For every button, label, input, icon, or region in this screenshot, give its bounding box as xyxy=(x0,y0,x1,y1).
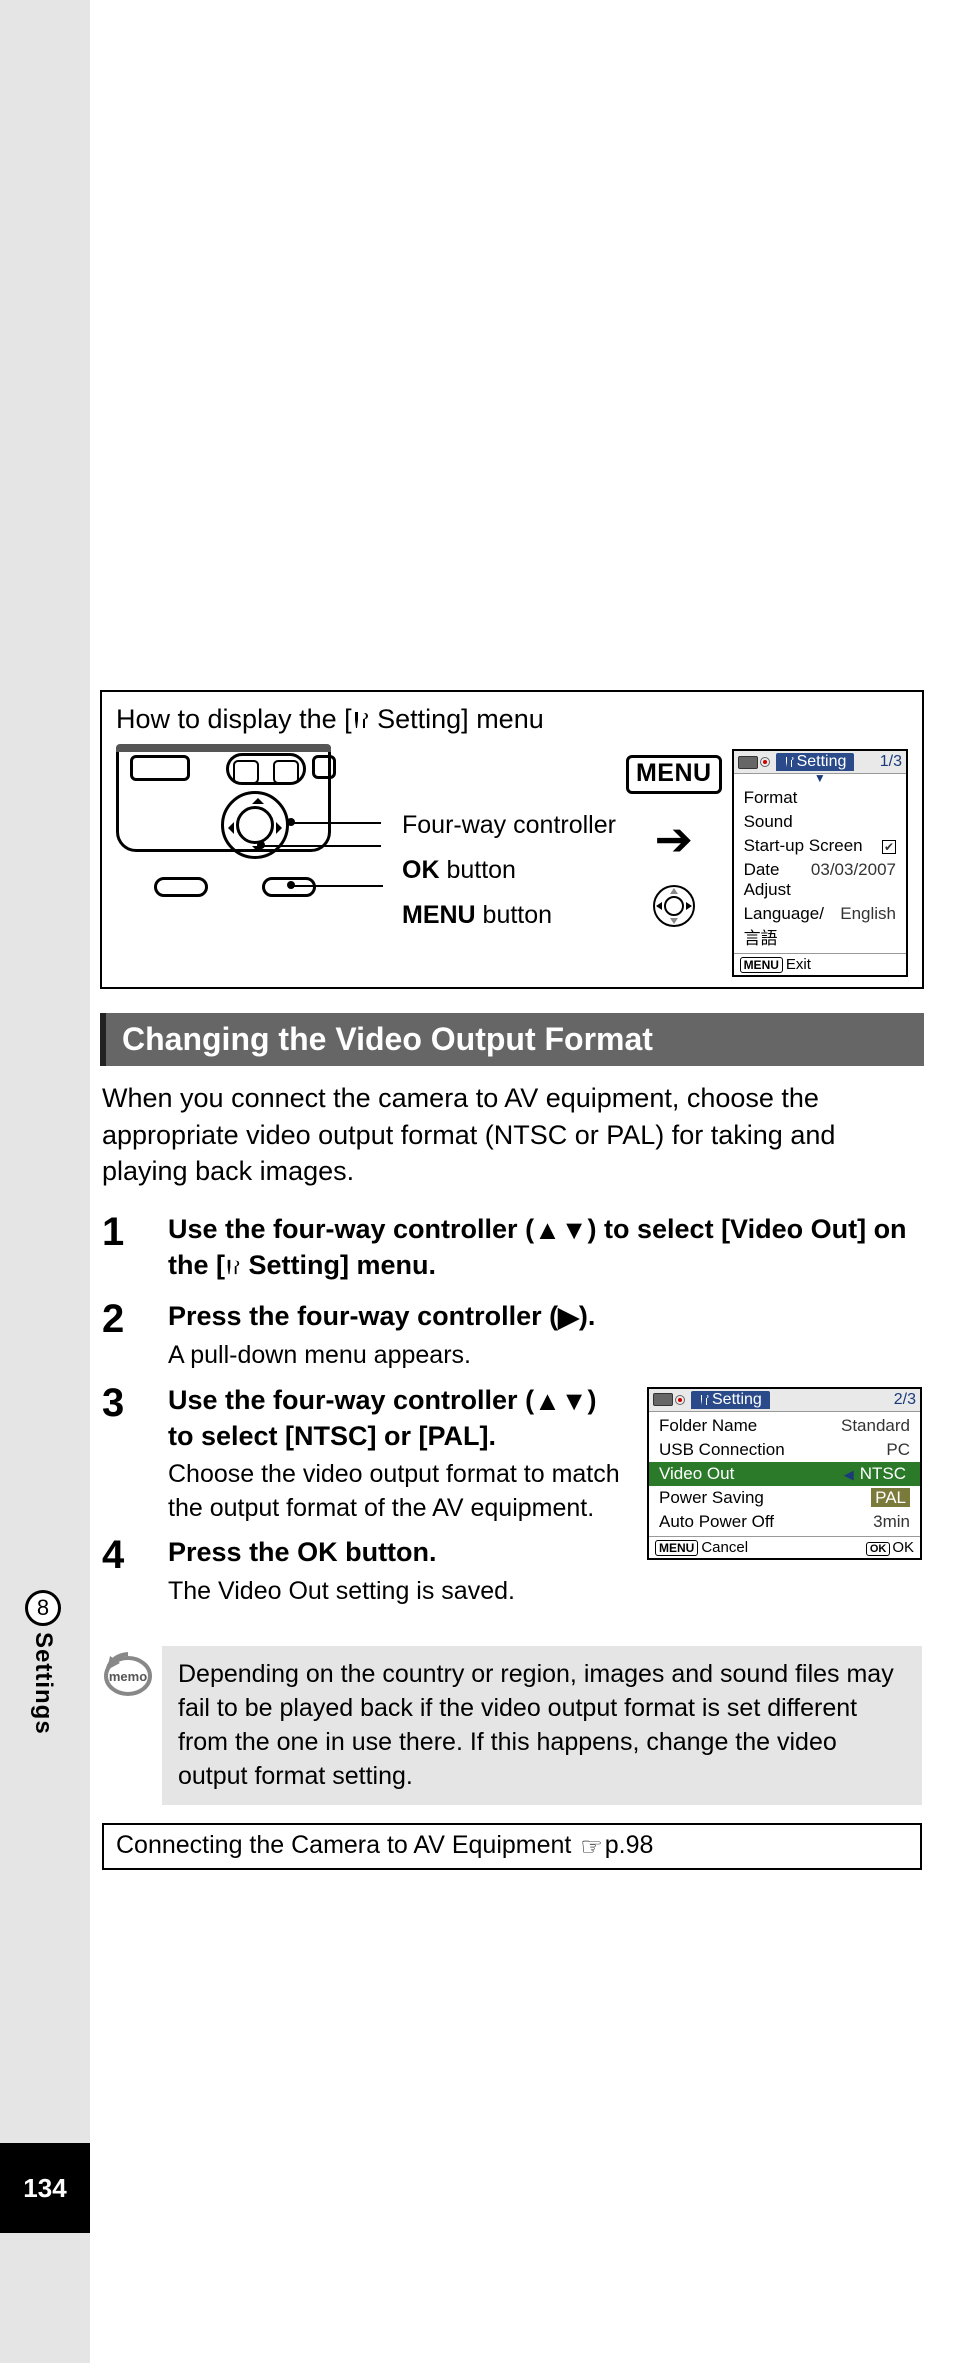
tools-icon xyxy=(225,1250,241,1285)
step-2-title: Press the four-way controller (▶). xyxy=(168,1299,922,1335)
label-fourway: Four-way controller xyxy=(402,803,616,848)
rec-tab-icon xyxy=(760,757,770,767)
lcd-row: Power SavingPAL xyxy=(649,1486,920,1510)
tools-icon xyxy=(784,756,794,768)
step-1-num: 1 xyxy=(102,1212,168,1289)
down-triangle-icon: ▼ xyxy=(561,1213,588,1248)
lcd2-footer-left: MENUCancel xyxy=(655,1539,748,1556)
reference-box: Connecting the Camera to AV Equipment ☞p… xyxy=(102,1823,922,1870)
up-triangle-icon: ▲ xyxy=(534,1213,561,1248)
up-triangle-icon: ▲ xyxy=(534,1384,561,1419)
lcd-row: USB ConnectionPC xyxy=(649,1438,920,1462)
chapter-label: Settings xyxy=(29,1632,57,1735)
lcd2-page: 2/3 xyxy=(894,1391,916,1409)
memo-text: Depending on the country or region, imag… xyxy=(162,1646,922,1805)
camera-tab-icon xyxy=(653,1393,673,1406)
step-2-num: 2 xyxy=(102,1299,168,1373)
step-1: 1 Use the four-way controller (▲▼) to se… xyxy=(102,1212,922,1289)
lcd-row: Sound xyxy=(734,810,906,834)
lcd-screen-2: Setting 2/3 Folder NameStandardUSB Conne… xyxy=(647,1387,922,1560)
lcd-row: Folder NameStandard xyxy=(649,1414,920,1438)
caption-post: Setting] menu xyxy=(370,704,544,734)
step-3-title: Use the four-way controller (▲▼) to sele… xyxy=(168,1383,627,1454)
lcd-row: Video Out◀NTSC xyxy=(649,1462,920,1486)
lcd-row: Language/言語English xyxy=(734,902,906,951)
memo-note: memo Depending on the country or region,… xyxy=(102,1646,922,1805)
lcd1-tab-label: Setting xyxy=(797,753,847,771)
page-number: 134 xyxy=(0,2143,90,2233)
step-4-num: 4 xyxy=(102,1535,168,1608)
menu-suffix: button xyxy=(476,901,552,929)
svg-text:memo: memo xyxy=(109,1669,147,1684)
diagram-labels: Four-way controller OK button MENU butto… xyxy=(402,803,616,938)
lcd-row: Date Adjust03/03/2007 xyxy=(734,858,906,902)
diagram-caption: How to display the [ Setting] menu xyxy=(116,704,908,737)
ok-text: OK xyxy=(402,856,440,884)
step-3: 3 Use the four-way controller (▲▼) to se… xyxy=(102,1383,627,1526)
step-3-num: 3 xyxy=(102,1383,168,1526)
fourway-icon xyxy=(652,884,696,933)
lcd1-page: 1/3 xyxy=(880,753,902,771)
lcd-row: Format xyxy=(734,786,906,810)
ref-text: Connecting the Camera to AV Equipment xyxy=(116,1831,578,1859)
setting-tab: Setting xyxy=(776,753,855,771)
lcd-row: Auto Power Off3min xyxy=(649,1510,920,1534)
down-triangle-icon: ▼ xyxy=(561,1384,588,1419)
memo-icon: memo xyxy=(102,1648,154,1705)
ok-suffix: button xyxy=(440,856,516,884)
lcd-row: Start-up Screen✔ xyxy=(734,834,906,858)
howto-diagram: How to display the [ Setting] menu xyxy=(100,690,924,989)
menu-text: MENU xyxy=(402,901,476,929)
label-menu-button: MENU button xyxy=(402,893,616,938)
left-gutter: 8 Settings 134 xyxy=(0,0,90,2363)
lcd1-footer-left: MENUExit xyxy=(740,956,811,973)
caption-pre: How to display the [ xyxy=(116,704,352,734)
step-4-title: Press the OK button. xyxy=(168,1535,627,1570)
chapter-number: 8 xyxy=(25,1590,61,1626)
lcd2-tab-label: Setting xyxy=(712,1391,762,1409)
chapter-tab: 8 Settings xyxy=(25,1590,61,1735)
step-4-sub: The Video Out setting is saved. xyxy=(168,1575,627,1609)
scroll-down-icon: ▼ xyxy=(734,774,906,782)
section-heading: Changing the Video Output Format xyxy=(100,1013,924,1066)
menu-button-icon: MENU xyxy=(626,755,722,794)
tools-icon xyxy=(699,1394,709,1406)
step-2: 2 Press the four-way controller (▶). A p… xyxy=(102,1299,922,1373)
step-2-sub: A pull-down menu appears. xyxy=(168,1339,922,1373)
lcd-screen-1: Setting 1/3 ▼ FormatSoundStart-up Screen… xyxy=(732,749,908,977)
setting-tab: Setting xyxy=(691,1391,770,1409)
step-4: 4 Press the OK button. The Video Out set… xyxy=(102,1535,627,1608)
camera-back-diagram xyxy=(116,747,346,907)
step-3-sub: Choose the video output format to match … xyxy=(168,1458,627,1526)
camera-tab-icon xyxy=(738,756,758,769)
label-ok-button: OK button xyxy=(402,848,616,893)
right-triangle-icon: ▶ xyxy=(558,1300,579,1335)
step-1-title: Use the four-way controller (▲▼) to sele… xyxy=(168,1212,922,1285)
tools-icon xyxy=(352,706,370,737)
rec-tab-icon xyxy=(675,1395,685,1405)
lcd2-footer-right: OKOK xyxy=(866,1539,914,1556)
intro-text: When you connect the camera to AV equipm… xyxy=(102,1080,922,1189)
pointing-hand-icon: ☞ xyxy=(580,1832,602,1862)
ref-page: p.98 xyxy=(605,1831,654,1859)
arrow-right-icon: ➔ xyxy=(654,816,693,862)
